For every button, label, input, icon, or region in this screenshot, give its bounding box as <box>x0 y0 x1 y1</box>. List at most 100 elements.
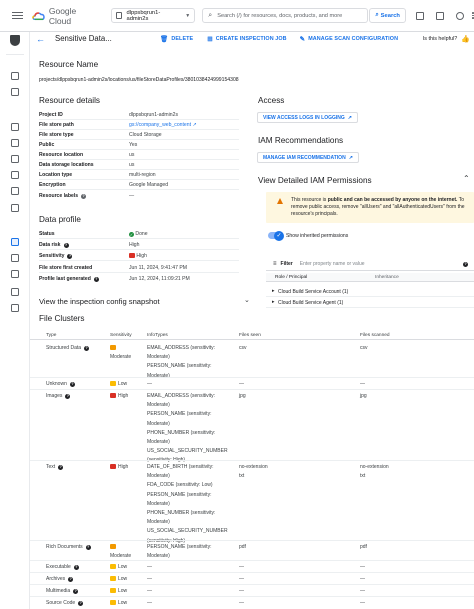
sensitive-data-icon[interactable] <box>11 238 19 246</box>
infotype-line: PHONE_NUMBER (sensitivity: <box>147 510 216 517</box>
col-role-principal[interactable]: Role / Principal <box>275 275 307 280</box>
warning-pre: This resource is <box>291 197 328 203</box>
cluster-files-seen: pdf <box>239 543 246 552</box>
file-store-path-link[interactable]: gs://company_web_content ↗ <box>129 122 197 128</box>
cluster-type: Source Code? <box>46 599 84 608</box>
cluster-files-scanned: pdf <box>360 543 367 552</box>
data-risk-value: High <box>129 242 140 248</box>
help-icon[interactable]: ? <box>85 545 91 550</box>
help-icon[interactable]: ? <box>78 601 84 606</box>
cluster-infotypes: — <box>147 563 152 572</box>
help-icon[interactable]: ? <box>463 261 468 267</box>
help-icon[interactable]: ? <box>93 277 99 282</box>
web-security-icon[interactable] <box>11 288 19 296</box>
profile-key-text: Data risk <box>39 242 61 248</box>
compliance-icon[interactable] <box>11 155 19 163</box>
thumb-up-icon[interactable]: 👍 <box>461 35 470 43</box>
vulnerabilities-icon[interactable] <box>11 254 19 262</box>
view-access-logs-label: VIEW ACCESS LOGS IN LOGGING <box>263 114 345 121</box>
manage-iam-recommendation-button[interactable]: MANAGE IAM RECOMMENDATION ↗ <box>257 152 359 163</box>
cluster-files-scanned: — <box>360 599 365 608</box>
help-icon[interactable]: ? <box>81 194 87 199</box>
reports-icon[interactable] <box>11 204 19 212</box>
cluster-infotypes: DATE_OF_BIRTH (sensitivity: Moderate) FDA_… <box>147 463 228 546</box>
project-picker[interactable]: dlppsbqrun1-admin2s ▼ <box>110 8 196 23</box>
profile-key: File store first created <box>39 265 93 271</box>
help-icon[interactable]: ? <box>73 589 79 594</box>
notifications-icon[interactable] <box>436 11 445 20</box>
filter-input-placeholder[interactable]: Enter property name or value <box>300 261 365 267</box>
warning-text: This resource is public and can be acces… <box>291 197 466 219</box>
help-icon[interactable]: ? <box>69 382 75 387</box>
chevron-down-icon[interactable]: ⌄ <box>244 296 250 304</box>
file-ext: — <box>360 564 365 570</box>
help-icon[interactable]: ? <box>63 243 69 248</box>
external-link-icon: ↗ <box>347 114 352 121</box>
delete-button[interactable]: 🗑 DELETE <box>160 35 193 43</box>
row-divider <box>30 560 474 561</box>
expand-icon[interactable]: ▸ <box>272 299 275 305</box>
edit-icon: ✎ <box>299 35 306 43</box>
search-input[interactable]: ⌕ Search (/) for resources, docs, produc… <box>202 8 368 23</box>
col-sensitivity[interactable]: Sensitivity <box>110 333 132 338</box>
help-icon[interactable]: ? <box>84 346 90 351</box>
feedback: Is this helpful? 👍 <box>423 35 470 43</box>
help-icon[interactable]: ? <box>68 577 74 582</box>
file-ext: — <box>360 576 365 582</box>
col-inheritance[interactable]: Inheritance <box>375 275 399 280</box>
overview-icon[interactable] <box>11 88 19 96</box>
severity-moderate-icon <box>110 345 116 350</box>
row-divider <box>39 272 239 273</box>
help-icon[interactable] <box>456 11 465 20</box>
severity-moderate-icon <box>110 544 116 549</box>
role-row[interactable]: ▸ Cloud Build Service Agent (1) <box>266 298 474 308</box>
cluster-infotypes: EMAIL_ADDRESS (sensitivity: Moderate) PERS… <box>147 344 215 381</box>
view-access-logs-button[interactable]: VIEW ACCESS LOGS IN LOGGING ↗ <box>257 112 358 123</box>
create-inspection-job-button[interactable]: ⊞ CREATE INSPECTION JOB <box>207 35 286 43</box>
permissions-filter[interactable]: ≡ Filter Enter property name or value ? <box>266 258 474 271</box>
infotype-line: EMAIL_ADDRESS (sensitivity: <box>147 393 216 399</box>
col-files-seen[interactable]: Files seen <box>239 333 261 338</box>
help-icon[interactable]: ? <box>65 394 71 399</box>
cluster-files-scanned: — <box>360 587 365 596</box>
infotype-line: — <box>147 600 152 606</box>
show-inherited-toggle[interactable]: ✓ <box>268 230 284 241</box>
infotype-line: Moderate) <box>147 519 170 526</box>
col-infotypes[interactable]: InfoTypes <box>147 333 168 338</box>
help-icon[interactable]: ? <box>58 465 64 470</box>
expand-icon[interactable]: ▸ <box>272 288 275 294</box>
inspection-config-snapshot-toggle[interactable]: View the inspection config snapshot <box>39 297 160 306</box>
assets-icon[interactable] <box>11 139 19 147</box>
page-title: Sensitive Data... <box>55 34 112 43</box>
threats-icon[interactable] <box>11 270 19 278</box>
role-row[interactable]: ▸ Cloud Build Service Account (1) <box>266 287 474 297</box>
infotype-line: Moderate) <box>147 439 170 446</box>
key-icon[interactable] <box>11 304 19 312</box>
back-arrow-icon[interactable]: ← <box>36 34 45 44</box>
help-icon[interactable]: ? <box>67 254 73 259</box>
detail-key: Encryption <box>39 182 66 188</box>
findings-icon[interactable] <box>11 123 19 131</box>
file-ext: — <box>239 576 244 582</box>
iam-permissions-heading[interactable]: View Detailed IAM Permissions <box>258 176 372 185</box>
detail-value: — <box>129 193 135 199</box>
terminal-icon[interactable] <box>416 11 425 20</box>
settings-list-icon[interactable] <box>11 187 19 195</box>
help-icon[interactable]: ? <box>73 565 79 570</box>
security-shield-icon[interactable] <box>10 35 20 46</box>
col-type[interactable]: Type <box>46 333 56 338</box>
search-button[interactable]: ⌕ Search <box>368 8 407 23</box>
menu-icon[interactable] <box>12 11 24 20</box>
check-icon: ✓ <box>274 230 284 241</box>
infotype-line: Moderate) <box>147 500 170 507</box>
google-cloud-logo[interactable]: Google Cloud <box>32 6 98 26</box>
chevron-up-icon[interactable]: ⌃ <box>463 174 470 183</box>
cluster-type: Images? <box>46 392 71 401</box>
cluster-type-text: Archives <box>46 576 66 582</box>
manage-scan-configuration-button[interactable]: ✎ MANAGE SCAN CONFIGURATION <box>300 35 398 43</box>
infotype-line: EMAIL_ADDRESS (sensitivity: <box>147 345 216 351</box>
filter-icon: ≡ <box>273 261 277 267</box>
dashboard-icon[interactable] <box>11 72 19 80</box>
col-files-scanned[interactable]: Files scanned <box>360 333 390 338</box>
posture-icon[interactable] <box>11 171 19 179</box>
